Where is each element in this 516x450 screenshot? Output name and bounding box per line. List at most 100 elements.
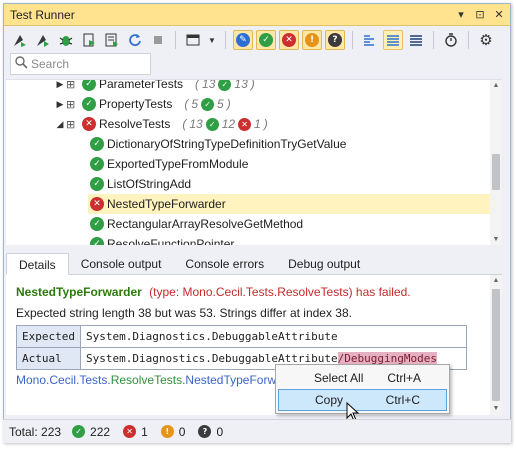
expand-arrow-icon[interactable]: ▶ [54, 80, 66, 90]
tree-row-label: DictionaryOfStringTypeDefinitionTryGetVa… [107, 137, 347, 151]
stop-icon[interactable] [148, 30, 168, 50]
details-scrollbar-track[interactable]: ▲ ▼ [490, 275, 502, 415]
passed-count: 5 [217, 97, 224, 111]
tree-row-test[interactable]: ✓ ExportedTypeFromModule [90, 154, 248, 174]
filter-failed-icon[interactable]: ✕ [279, 30, 299, 50]
menu-item-label: Select All [314, 371, 364, 385]
timer-icon[interactable] [441, 30, 461, 50]
total-count: 13 [202, 79, 216, 91]
namespace-icon: ⊞ [66, 79, 76, 91]
filter-info-icon[interactable]: ✎ [233, 30, 253, 50]
tree-row-resolvetests[interactable]: ◢ ⊞ ✕ ResolveTests ( 13 ✓ 12 ✕ 1) [54, 114, 268, 134]
tree-row-label: PropertyTests [99, 97, 173, 111]
breadcrumb-link[interactable]: ResolveTests. [111, 373, 186, 387]
maximize-icon[interactable]: ⊡ [472, 7, 488, 23]
passed-icon: ✓ [72, 425, 86, 438]
tree-row-test-selected[interactable]: ✕ NestedTypeForwarder [88, 194, 490, 214]
menu-item-select-all[interactable]: Select All Ctrl+A [278, 367, 447, 389]
tree-row-test[interactable]: ✓ DictionaryOfStringTypeDefinitionTryGet… [90, 134, 346, 154]
view-options-icon[interactable] [183, 30, 203, 50]
tree-row-test[interactable]: ✓ ListOfStringAdd [90, 174, 191, 194]
inconclusive-count: 0 [216, 424, 224, 439]
passed-count: 12 [221, 117, 236, 131]
filter-inconclusive-icon[interactable]: ? [325, 30, 345, 50]
test-counts: ( 13 ✓ 13) [195, 79, 255, 91]
namespace-icon: ⊞ [66, 97, 76, 111]
tree-row-propertytests[interactable]: ▶ ⊞ ✓ PropertyTests ( 5 ✓ 5) [54, 94, 231, 114]
scroll-up-icon[interactable]: ▲ [490, 80, 502, 92]
tree-row-test[interactable]: ✓ RectangularArrayResolveGetMethod [90, 214, 303, 234]
scroll-up-icon[interactable]: ▲ [490, 275, 502, 287]
expected-value[interactable]: System.Diagnostics.DebuggableAttribute [79, 325, 467, 348]
tree-row-label: ExportedTypeFromModule [107, 157, 249, 171]
failed-count: 1 [254, 117, 261, 131]
failed-icon: ✕ [238, 117, 252, 131]
search-icon [15, 56, 31, 72]
toolbar-separator [225, 31, 226, 49]
gear-icon[interactable]: ⚙ [476, 30, 496, 50]
run-list-icon[interactable] [102, 30, 122, 50]
chevron-down-icon[interactable]: ▼ [206, 30, 218, 50]
tab-details[interactable]: Details [6, 253, 69, 275]
tree-row-label: ResolveFunctionPointer [107, 237, 235, 245]
scrollbar-thumb[interactable] [492, 154, 500, 190]
layout-stacked-icon[interactable] [383, 30, 403, 50]
status-bar: Total: 223 ✓ 222 ✕ 1 ! 0 ? 0 [3, 419, 511, 443]
scroll-down-icon[interactable]: ▼ [490, 403, 502, 415]
failed-icon: ✕ [90, 197, 104, 211]
layout-full-icon[interactable] [406, 30, 426, 50]
total-count: 13 [189, 117, 203, 131]
breadcrumb-link[interactable]: Tests. [79, 373, 110, 387]
detail-message: Expected string length 38 but was 53. St… [16, 306, 352, 320]
passed-icon: ✓ [90, 217, 104, 231]
tab-console-output[interactable]: Console output [69, 253, 174, 275]
passed-icon: ✓ [90, 177, 104, 191]
total-count: 5 [191, 97, 199, 111]
layout-left-icon[interactable] [360, 30, 380, 50]
test-counts: ( 13 ✓ 12 ✕ 1) [182, 117, 268, 131]
filter-passed-icon[interactable]: ✓ [256, 30, 276, 50]
passed-icon: ✓ [201, 97, 215, 111]
passed-icon: ✓ [82, 97, 96, 111]
expand-arrow-icon[interactable]: ▶ [54, 99, 66, 110]
search-box[interactable] [10, 53, 151, 75]
test-counts: ( 5 ✓ 5) [184, 97, 231, 111]
passed-count: 222 [90, 424, 111, 439]
namespace-icon: ⊞ [66, 117, 76, 131]
failure-message: (type: Mono.Cecil.Tests.ResolveTests) ha… [149, 285, 411, 299]
tab-console-errors[interactable]: Console errors [173, 253, 276, 275]
actual-label: Actual [16, 347, 81, 370]
menu-item-copy[interactable]: Copy Ctrl+C [278, 389, 447, 411]
window-menu-dropdown-icon[interactable]: ▾ [453, 7, 469, 23]
breadcrumb-link[interactable]: Cecil. [49, 373, 79, 387]
refresh-icon[interactable] [125, 30, 145, 50]
breadcrumb-link[interactable]: Mono. [16, 373, 49, 387]
tab-debug-output[interactable]: Debug output [276, 253, 372, 275]
inconclusive-icon: ? [198, 425, 212, 438]
tree-row-label: RectangularArrayResolveGetMethod [107, 217, 304, 231]
details-scrollbar[interactable]: ▲ ▼ [490, 275, 502, 415]
close-icon[interactable]: ✕ [491, 7, 507, 23]
failed-test-name: NestedTypeForwarder [16, 285, 142, 299]
search-input[interactable] [31, 57, 141, 71]
breadcrumb-link[interactable]: NestedTypeForwar [185, 373, 286, 387]
tree-row-label: ResolveTests [99, 117, 171, 131]
tree-row-parametertests[interactable]: ▶ ⊞ ✓ ParameterTests ( 13 ✓ 13) [54, 79, 255, 94]
debug-icon[interactable] [56, 30, 76, 50]
toolbar-separator [468, 31, 469, 49]
tree-row-test[interactable]: ✓ ResolveFunctionPointer [90, 234, 234, 245]
tree-scrollbar[interactable]: ▲ ▼ [490, 80, 502, 245]
passed-icon: ✓ [205, 117, 219, 131]
breadcrumb: Mono.Cecil.Tests.ResolveTests.NestedType… [16, 373, 287, 387]
filter-ignored-icon[interactable]: ! [302, 30, 322, 50]
run-failed-icon[interactable] [79, 30, 99, 50]
collapse-arrow-icon[interactable]: ◢ [54, 119, 66, 130]
scrollbar-thumb[interactable] [492, 289, 500, 401]
menu-item-shortcut: Ctrl+A [387, 371, 421, 385]
total-count: Total: 223 [9, 424, 62, 439]
failed-icon: ✕ [82, 117, 96, 131]
run-all-icon[interactable] [10, 30, 30, 50]
run-selected-icon[interactable] [33, 30, 53, 50]
scroll-down-icon[interactable]: ▼ [490, 234, 502, 245]
passed-icon: ✓ [82, 80, 96, 91]
